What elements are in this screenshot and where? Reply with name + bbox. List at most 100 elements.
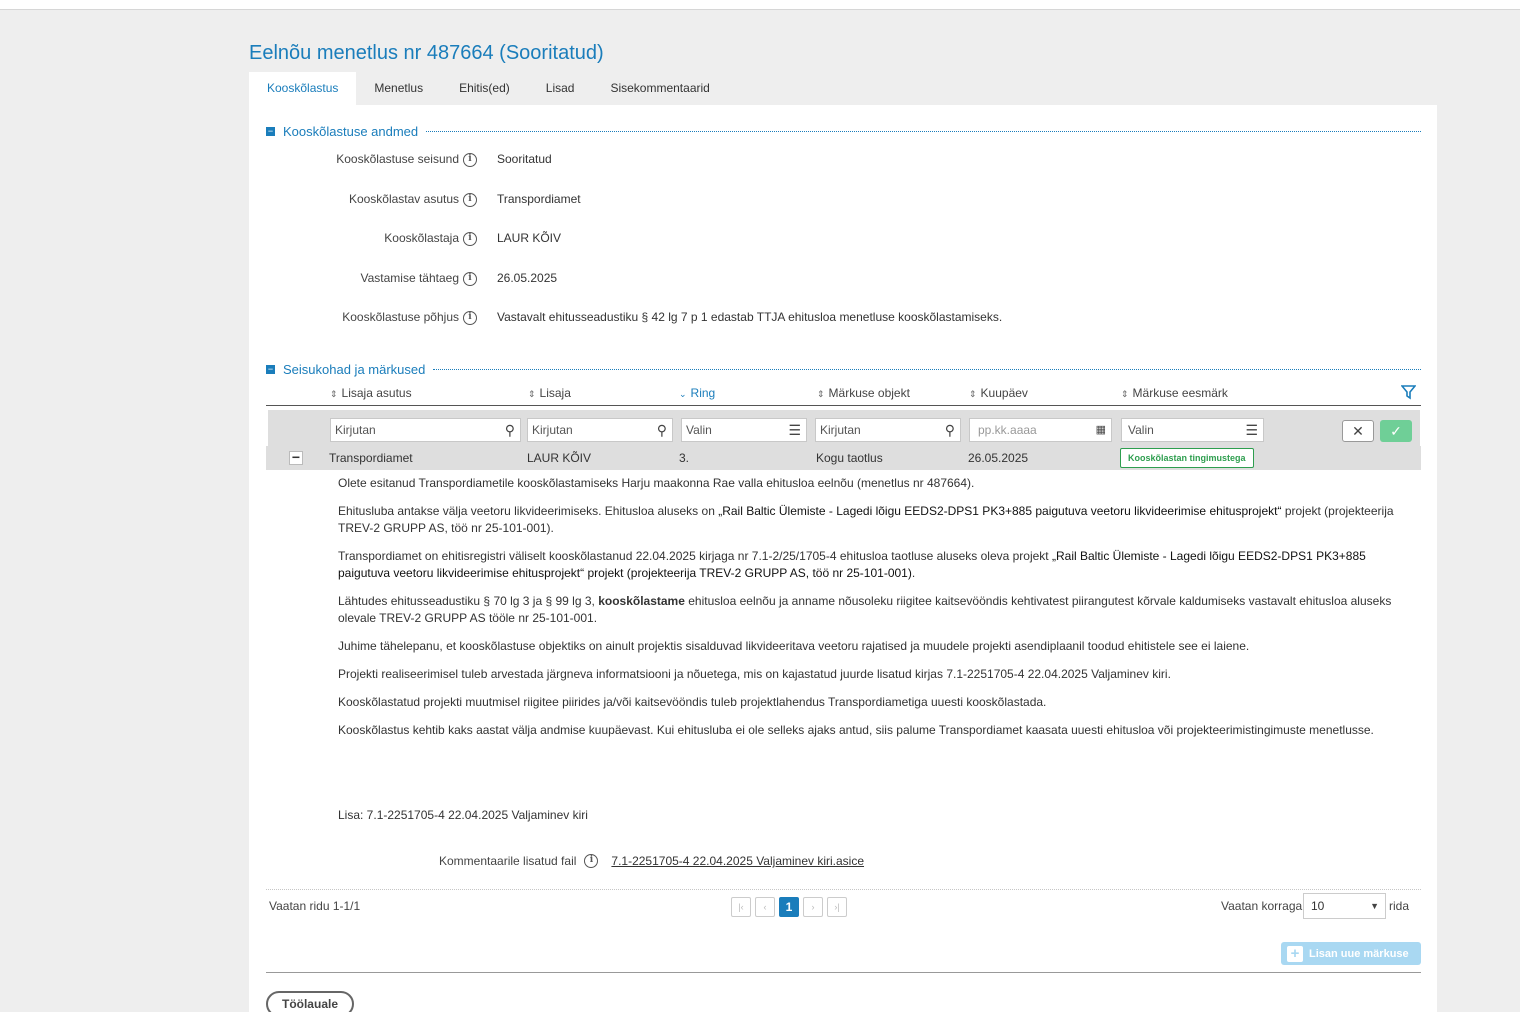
sort-icon: ⇕ [817, 389, 825, 399]
select-placeholder: Valin [686, 423, 712, 437]
filter-lisaja-asutus-input[interactable]: Kirjutan ⚲ [330, 418, 521, 442]
cell-ring: 3. [679, 451, 690, 465]
pagination: |‹ ‹ 1 › ›| [731, 897, 847, 917]
sort-icon: ⇕ [528, 389, 536, 399]
list-icon: ☰ [1245, 422, 1258, 438]
column-header-markuse-objekt[interactable]: ⇕ Märkuse objekt [817, 386, 910, 400]
add-remark-button[interactable]: + Lisan uue märkuse [1281, 942, 1421, 965]
divider [426, 131, 1421, 132]
filter-kuupaev-input[interactable]: pp.kk.aaaa ▦ [969, 418, 1112, 442]
tab-bar: Kooskõlastus Menetlus Ehitis(ed) Lisad S… [249, 72, 728, 105]
cell-objekt: Kogu taotlus [816, 451, 883, 465]
column-header-kuupaev[interactable]: ⇕ Kuupäev [969, 386, 1028, 400]
filter-objekt-input[interactable]: Kirjutan ⚲ [815, 418, 961, 442]
attachment-file-link[interactable]: 7.1-2251705-4 22.04.2025 Valjaminev kiri… [611, 854, 864, 868]
column-label: Lisaja [539, 386, 571, 400]
filter-row: Kirjutan ⚲ Kirjutan ⚲ Valin ☰ Kirjutan ⚲ pp.… [268, 410, 1420, 446]
attachment-row: Kommentaarile lisatud fail i 7.1-2251705… [439, 854, 864, 868]
section-title: Seisukohad ja märkused [283, 362, 426, 377]
info-icon[interactable]: i [463, 271, 477, 286]
field-row: Kooskõlastuse seisund i Sooritatud [249, 152, 552, 167]
next-page-button[interactable]: › [803, 897, 823, 917]
status-badge: Kooskõlastan tingimustega [1120, 448, 1254, 468]
column-label: Märkuse eesmärk [1132, 386, 1228, 400]
attachment-note: Lisa: 7.1-2251705-4 22.04.2025 Valjamine… [338, 808, 588, 822]
page-button-current[interactable]: 1 [779, 897, 799, 917]
filter-lisaja-input[interactable]: Kirjutan ⚲ [527, 418, 673, 442]
section-header-kooskolastuse-andmed[interactable]: − Kooskõlastuse andmed [266, 124, 1421, 139]
plus-icon: + [1287, 945, 1303, 962]
sort-icon: ⇕ [969, 389, 977, 399]
cell-lisaja: LAUR KÕIV [527, 451, 592, 465]
field-row: Kooskõlastaja i LAUR KÕIV [249, 231, 561, 246]
divider [266, 889, 1421, 890]
chevron-down-icon: ▼ [1370, 901, 1379, 911]
info-icon[interactable]: i [463, 231, 477, 246]
section-header-seisukohad[interactable]: − Seisukohad ja märkused [266, 362, 1421, 377]
field-value: Vastavalt ehitusseadustiku § 42 lg 7 p 1… [497, 310, 1003, 325]
first-page-button[interactable]: |‹ [731, 897, 751, 917]
pagination-info: Vaatan ridu 1-1/1 [269, 899, 361, 913]
prev-page-button[interactable]: ‹ [755, 897, 775, 917]
tab-ehitised[interactable]: Ehitis(ed) [441, 72, 528, 105]
section-title: Kooskõlastuse andmed [283, 124, 419, 139]
cell-asutus: Transpordiamet [329, 451, 413, 465]
comment-body: Olete esitanud Transpordiametile kooskõl… [338, 475, 1408, 750]
paragraph: Projekti realiseerimisel tuleb arvestada… [338, 667, 1171, 681]
sort-desc-icon: ⌄ [679, 389, 687, 399]
tab-menetlus[interactable]: Menetlus [356, 72, 441, 105]
filter-eesmark-select[interactable]: Valin ☰ [1121, 418, 1264, 442]
paragraph: Kooskõlastatud projekti muutmisel riigit… [338, 695, 1047, 709]
field-label: Kooskõlastaja [384, 231, 459, 245]
paragraph: Olete esitanud Transpordiametile kooskõl… [338, 476, 975, 490]
paragraph: Lähtudes ehitusseadustiku § 70 lg 3 ja §… [338, 594, 1392, 625]
field-value: LAUR KÕIV [497, 231, 562, 246]
clear-filter-button[interactable]: ✕ [1342, 420, 1374, 442]
rows-label: rida [1389, 899, 1410, 913]
header-divider [266, 405, 1421, 406]
column-label: Kuupäev [980, 386, 1028, 400]
filter-ring-select[interactable]: Valin ☰ [681, 418, 807, 442]
info-icon[interactable]: i [463, 192, 477, 207]
info-icon[interactable]: i [584, 854, 599, 868]
last-page-button[interactable]: ›| [827, 897, 847, 917]
column-header-ring[interactable]: ⌄ Ring [679, 386, 715, 400]
input-placeholder: pp.kk.aaaa [978, 423, 1037, 437]
search-icon: ⚲ [656, 422, 667, 438]
page-title: Eelnõu menetlus nr 487664 (Sooritatud) [249, 42, 604, 64]
collapse-icon[interactable]: − [266, 127, 275, 136]
list-icon: ☰ [788, 422, 801, 438]
back-to-desk-button[interactable]: Töölauale [266, 991, 354, 1012]
column-header-lisaja-asutus[interactable]: ⇕ Lisaja asutus [330, 386, 412, 400]
table-row[interactable]: − Transpordiamet LAUR KÕIV 3. Kogu taotl… [266, 446, 1421, 470]
collapse-icon[interactable]: − [266, 365, 275, 374]
input-placeholder: Kirjutan [820, 423, 861, 437]
filter-icon[interactable] [1400, 385, 1417, 403]
cell-kuupaev: 26.05.2025 [968, 451, 1029, 465]
info-icon[interactable]: i [463, 310, 477, 325]
column-label: Märkuse objekt [828, 386, 910, 400]
column-header-lisaja[interactable]: ⇕ Lisaja [528, 386, 571, 400]
info-icon[interactable]: i [463, 152, 477, 167]
tab-lisad[interactable]: Lisad [528, 72, 593, 105]
apply-filter-button[interactable]: ✓ [1380, 420, 1412, 442]
field-label: Vastamise tähtaeg [360, 271, 459, 285]
paragraph: Transpordiamet on ehitisregistri välisel… [338, 549, 1366, 580]
tab-kooskolastus[interactable]: Kooskõlastus [249, 72, 357, 105]
top-bar [0, 0, 1520, 10]
tab-sisekommentaarid[interactable]: Sisekommentaarid [592, 72, 727, 105]
field-label: Kooskõlastav asutus [348, 192, 459, 206]
divider [433, 369, 1421, 370]
field-value: 26.05.2025 [497, 271, 558, 286]
column-label: Lisaja asutus [341, 386, 412, 400]
search-icon: ⚲ [504, 422, 515, 438]
column-label: Ring [690, 386, 716, 400]
per-page-select[interactable]: 10 ▼ [1303, 893, 1386, 919]
search-icon: ⚲ [944, 422, 955, 438]
collapse-row-icon[interactable]: − [289, 450, 303, 465]
select-placeholder: Valin [1128, 423, 1154, 437]
per-page-label: Vaatan korraga [1221, 899, 1303, 913]
sort-icon: ⇕ [330, 389, 338, 399]
column-header-markuse-eesmark[interactable]: ⇕ Märkuse eesmärk [1121, 386, 1228, 400]
field-value: Transpordiamet [497, 192, 581, 207]
